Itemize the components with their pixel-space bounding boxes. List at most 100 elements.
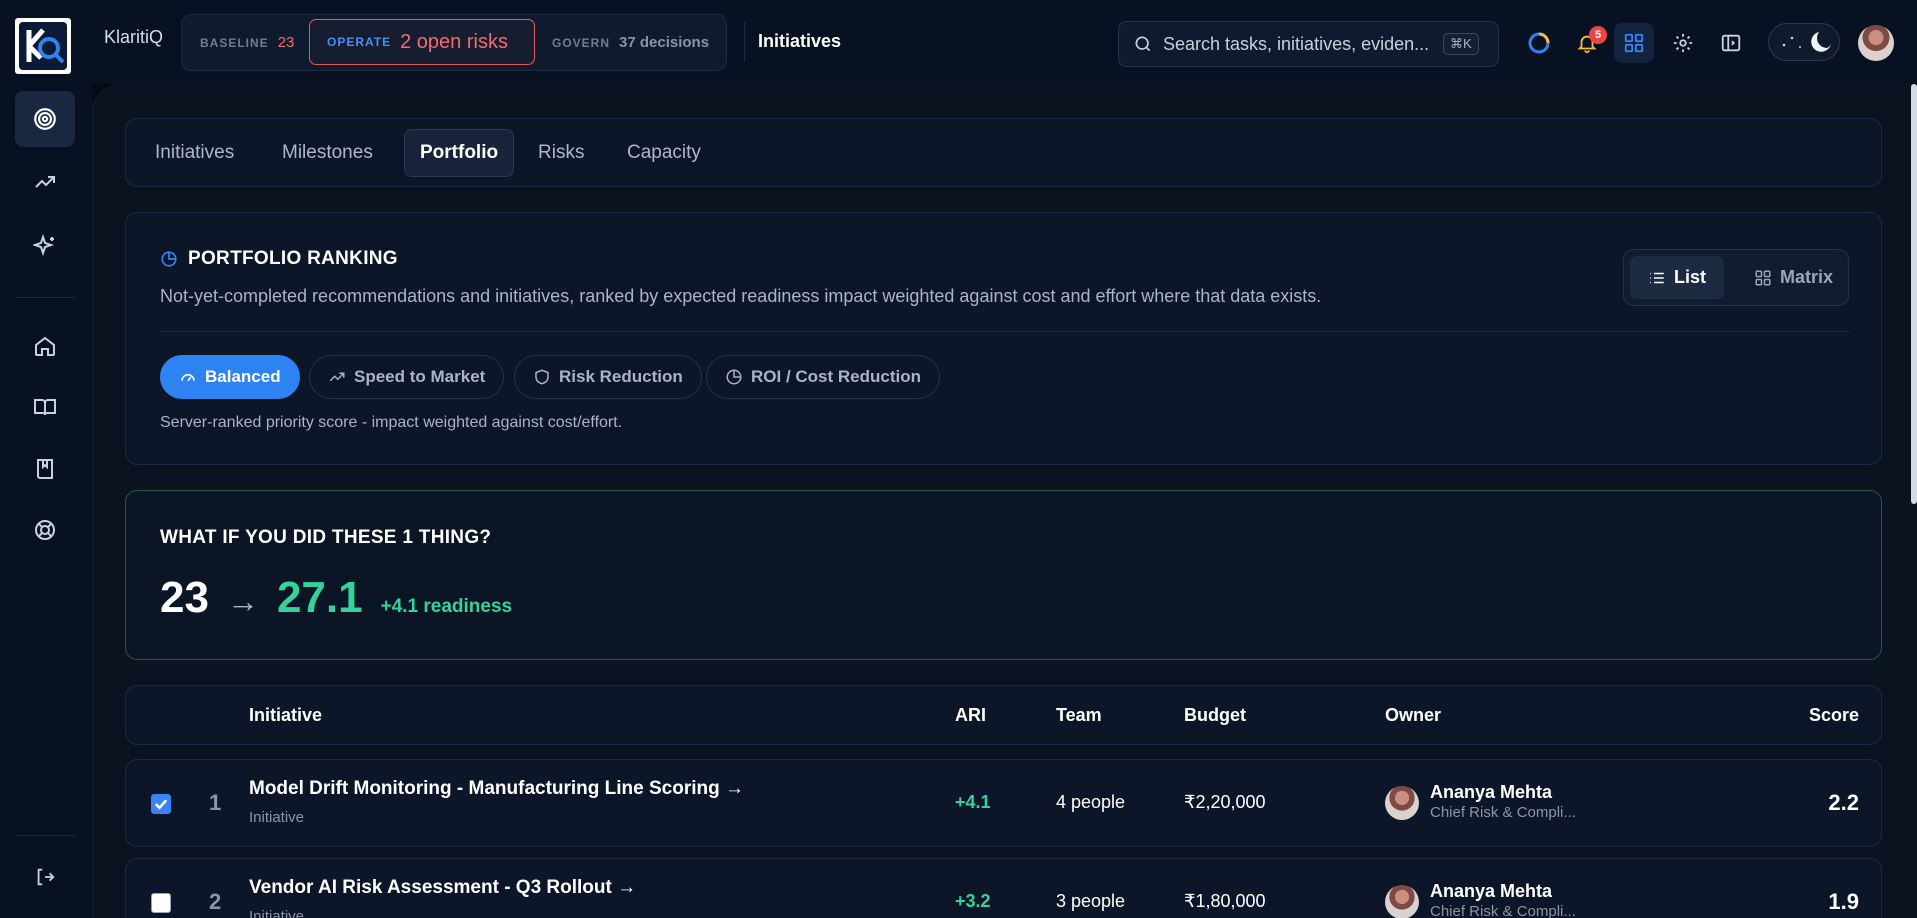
strategy-label: ROI / Cost Reduction xyxy=(751,367,921,386)
progress-ring-icon xyxy=(1528,32,1550,54)
home-icon xyxy=(35,336,55,356)
row-checkbox[interactable] xyxy=(151,794,171,814)
initiative-link[interactable]: Vendor AI Risk Assessment - Q3 Rollout → xyxy=(249,877,636,899)
view-matrix-button[interactable]: Matrix xyxy=(1736,256,1851,299)
table-row[interactable]: 2 Vendor AI Risk Assessment - Q3 Rollout… xyxy=(125,858,1882,918)
strategy-label: Balanced xyxy=(205,367,281,386)
row-rank: 1 xyxy=(209,790,222,815)
phase-value: 37 decisions xyxy=(619,34,710,51)
column-header-team[interactable]: Team xyxy=(1056,705,1102,726)
team-size: 3 people xyxy=(1056,891,1126,911)
theme-toggle[interactable] xyxy=(1768,23,1840,61)
user-avatar[interactable] xyxy=(1858,25,1894,61)
matrix-icon xyxy=(1755,270,1771,285)
budget-value: ₹1,80,000 xyxy=(1184,891,1266,911)
sidebar-item-library[interactable] xyxy=(15,441,75,497)
table-header: Initiative ARI Team Budget Owner Score xyxy=(125,685,1882,745)
breadcrumb: Initiatives xyxy=(758,31,842,51)
phase-value: 2 open risks xyxy=(400,30,508,53)
tab-milestones[interactable]: Milestones xyxy=(267,129,388,177)
search-shortcut: ⌘K xyxy=(1443,33,1479,55)
owner-name: Ananya Mehta xyxy=(1430,782,1553,802)
book-open-icon xyxy=(34,399,56,416)
sidebar-item-ai[interactable] xyxy=(15,218,75,274)
settings-button[interactable] xyxy=(1663,23,1703,63)
readiness-current: 23 xyxy=(160,573,209,622)
phase-operate[interactable]: OPERATE 2 open risks xyxy=(309,19,535,65)
phase-govern[interactable]: GOVERN 37 decisions xyxy=(552,15,709,70)
strategy-label: Risk Reduction xyxy=(559,367,683,386)
column-header-ari[interactable]: ARI xyxy=(955,705,986,726)
sidebar-item-trends[interactable] xyxy=(15,154,75,210)
brand-name: KlaritiQ xyxy=(104,27,164,47)
priority-score: 1.9 xyxy=(1828,889,1859,914)
stars-icon xyxy=(1782,36,1801,48)
priority-score: 2.2 xyxy=(1828,790,1859,815)
scrollbar-thumb[interactable] xyxy=(1911,84,1917,504)
sidebar-item-home[interactable] xyxy=(15,318,75,374)
sidebar-divider xyxy=(15,835,75,836)
sidebar-item-goals[interactable] xyxy=(15,91,75,147)
target-icon xyxy=(34,108,56,130)
owner-avatar xyxy=(1385,786,1419,820)
lifebuoy-icon xyxy=(35,520,55,540)
owner-role: Chief Risk & Compli... xyxy=(1430,804,1576,821)
view-matrix-label: Matrix xyxy=(1780,267,1834,287)
phase-baseline[interactable]: BASELINE 23 xyxy=(200,15,294,70)
strategy-balanced[interactable]: Balanced xyxy=(160,355,300,399)
sidebar-item-logout[interactable] xyxy=(15,849,75,905)
portfolio-ranking-card: PORTFOLIO RANKING Not-yet-completed reco… xyxy=(125,212,1882,465)
section-description: Not-yet-completed recommendations and in… xyxy=(160,286,1322,306)
shield-icon xyxy=(535,369,549,385)
notification-badge: 5 xyxy=(1589,26,1607,44)
phase-value: 23 xyxy=(277,34,295,51)
search-icon xyxy=(1135,36,1151,52)
column-header-owner[interactable]: Owner xyxy=(1385,705,1441,726)
strategy-speed-to-market[interactable]: Speed to Market xyxy=(309,355,505,399)
budget-value: ₹2,20,000 xyxy=(1184,792,1266,812)
column-header-initiative[interactable]: Initiative xyxy=(249,705,322,726)
app-logo[interactable] xyxy=(15,18,71,74)
initiative-type: Initiative xyxy=(249,809,305,826)
initiative-link[interactable]: Model Drift Monitoring - Manufacturing L… xyxy=(249,778,744,800)
notifications-button[interactable]: 5 xyxy=(1567,23,1607,63)
readiness-projection: 23 → 27.1 +4.1 readiness xyxy=(160,573,512,623)
panel-toggle-button[interactable] xyxy=(1711,23,1751,63)
sync-status-button[interactable] xyxy=(1519,23,1559,63)
strategy-roi-cost-reduction[interactable]: ROI / Cost Reduction xyxy=(706,355,940,399)
tab-portfolio[interactable]: Portfolio xyxy=(404,129,515,177)
sidebar-item-help[interactable] xyxy=(15,502,75,558)
view-list-button[interactable]: List xyxy=(1630,256,1725,299)
bookmark-book-icon xyxy=(37,459,53,479)
what-if-card: WHAT IF YOU DID THESE 1 THING? 23 → 27.1… xyxy=(125,490,1882,660)
column-header-budget[interactable]: Budget xyxy=(1184,705,1246,726)
apps-grid-button[interactable] xyxy=(1614,23,1654,63)
grid-icon xyxy=(1624,33,1644,53)
ari-value: +3.2 xyxy=(955,891,991,911)
divider xyxy=(160,331,1850,332)
search-input[interactable] xyxy=(1163,33,1433,55)
list-icon xyxy=(1650,272,1664,283)
table-row[interactable]: 1 Model Drift Monitoring - Manufacturing… xyxy=(125,759,1882,847)
pie-chart-icon xyxy=(161,251,177,267)
tab-initiatives[interactable]: Initiatives xyxy=(140,129,249,177)
sub-nav-tabs: Initiatives Milestones Portfolio Risks C… xyxy=(125,118,1882,187)
section-title: PORTFOLIO RANKING xyxy=(160,248,398,270)
sidebar-item-docs[interactable] xyxy=(15,379,75,435)
sidebar-divider xyxy=(15,297,75,298)
search-box[interactable]: ⌘K xyxy=(1118,21,1499,67)
tab-capacity[interactable]: Capacity xyxy=(612,129,716,177)
readiness-delta: +4.1 readiness xyxy=(380,596,513,617)
strategy-risk-reduction[interactable]: Risk Reduction xyxy=(514,355,702,399)
gear-icon xyxy=(1673,33,1693,53)
tab-risks[interactable]: Risks xyxy=(523,129,599,177)
view-toggle: List Matrix xyxy=(1623,249,1849,306)
moon-icon xyxy=(1811,32,1831,52)
row-checkbox[interactable] xyxy=(151,893,171,913)
breadcrumb-divider xyxy=(744,22,745,62)
trending-up-icon xyxy=(329,372,345,382)
sidebar-panel-icon xyxy=(1721,34,1741,52)
check-icon xyxy=(154,799,168,810)
row-rank: 2 xyxy=(209,889,222,914)
column-header-score[interactable]: Score xyxy=(1809,705,1859,726)
